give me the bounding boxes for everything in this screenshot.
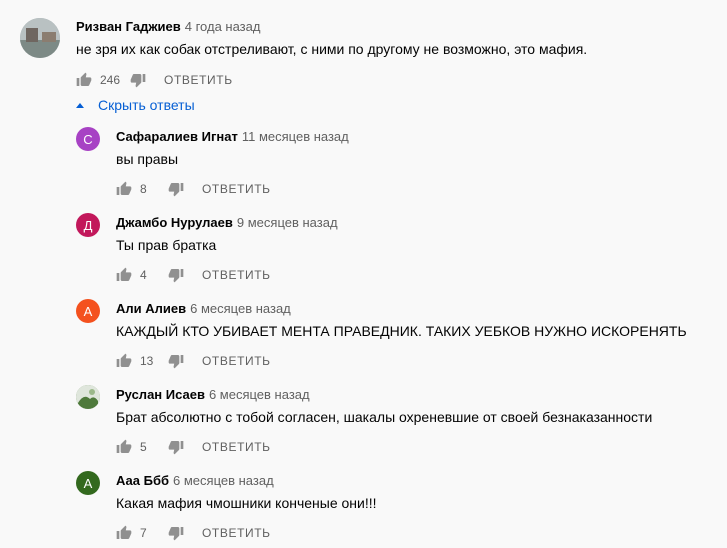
author-name[interactable]: Сафаралиев Игнат [116, 129, 238, 144]
chevron-up-icon [76, 102, 84, 108]
avatar[interactable] [76, 385, 100, 409]
avatar[interactable] [20, 18, 60, 58]
avatar-letter: А [83, 303, 93, 319]
comment-text: Брат абсолютно с тобой согласен, шакалы … [116, 409, 653, 425]
comment-time[interactable]: 9 месяцев назад [237, 215, 338, 230]
thumbs-up-icon[interactable] [116, 439, 132, 455]
comment-time[interactable]: 6 месяцев назад [190, 301, 291, 316]
comment-author[interactable]: Ризван Гаджиев 4 года назад [76, 19, 260, 34]
comment-time[interactable]: 11 месяцев назад [242, 129, 349, 144]
comment-actions: 5 ОТВЕТИТЬ [116, 435, 271, 459]
avatar[interactable]: С [76, 127, 100, 151]
author-name[interactable]: Руслан Исаев [116, 387, 205, 402]
reply-button[interactable]: ОТВЕТИТЬ [202, 268, 271, 282]
reply-button[interactable]: ОТВЕТИТЬ [164, 73, 233, 87]
avatar-photo-icon [20, 18, 60, 58]
thumbs-up-icon[interactable] [76, 72, 92, 88]
comment-author[interactable]: Сафаралиев Игнат 11 месяцев назад [116, 129, 349, 144]
reply-button[interactable]: ОТВЕТИТЬ [202, 354, 271, 368]
like-count: 246 [100, 73, 121, 87]
comment-text: Ты прав братка [116, 237, 217, 253]
thumbs-down-icon[interactable] [130, 72, 146, 88]
reply-button[interactable]: ОТВЕТИТЬ [202, 182, 271, 196]
author-name[interactable]: Джамбо Нурулаев [116, 215, 233, 230]
like-count: 7 [140, 526, 147, 540]
author-name[interactable]: Али Алиев [116, 301, 186, 316]
comment-actions: 13 ОТВЕТИТЬ [116, 349, 271, 373]
comment-author[interactable]: Руслан Исаев 6 месяцев назад [116, 387, 310, 402]
comment-text: вы правы [116, 151, 179, 167]
thumbs-up-icon[interactable] [116, 353, 132, 369]
thumbs-down-icon[interactable] [168, 439, 184, 455]
comment-time[interactable]: 6 месяцев назад [173, 473, 274, 488]
like-count: 5 [140, 440, 147, 454]
thumbs-down-icon[interactable] [168, 267, 184, 283]
author-name[interactable]: Ризван Гаджиев [76, 19, 181, 34]
hide-replies-button[interactable]: Скрыть ответы [76, 97, 195, 113]
thumbs-up-icon[interactable] [116, 525, 132, 541]
comment-author[interactable]: Джамбо Нурулаев 9 месяцев назад [116, 215, 338, 230]
comment-text: Какая мафия чмошники конченые они!!! [116, 495, 377, 511]
like-count: 13 [140, 354, 154, 368]
comment-text: КАЖДЫЙ КТО УБИВАЕТ МЕНТА ПРАВЕДНИК. ТАКИ… [116, 323, 687, 339]
avatar-letter: С [83, 131, 93, 147]
comment-time[interactable]: 6 месяцев назад [209, 387, 310, 402]
author-name[interactable]: Ааа Ббб [116, 473, 169, 488]
hide-replies-label: Скрыть ответы [98, 97, 195, 113]
thumbs-down-icon[interactable] [168, 353, 184, 369]
comment-time[interactable]: 4 года назад [185, 19, 261, 34]
comment-actions: 7 ОТВЕТИТЬ [116, 521, 271, 545]
reply-button[interactable]: ОТВЕТИТЬ [202, 526, 271, 540]
avatar[interactable]: Д [76, 213, 100, 237]
thumbs-up-icon[interactable] [116, 181, 132, 197]
avatar[interactable]: А [76, 471, 100, 495]
comment-author[interactable]: Ааа Ббб 6 месяцев назад [116, 473, 274, 488]
avatar-letter: Д [83, 217, 93, 233]
comment-actions: 8 ОТВЕТИТЬ [116, 177, 271, 201]
reply-button[interactable]: ОТВЕТИТЬ [202, 440, 271, 454]
thumbs-up-icon[interactable] [116, 267, 132, 283]
like-count: 4 [140, 268, 147, 282]
comment-author[interactable]: Али Алиев 6 месяцев назад [116, 301, 291, 316]
comment-actions: 4 ОТВЕТИТЬ [116, 263, 271, 287]
thumbs-down-icon[interactable] [168, 181, 184, 197]
like-count: 8 [140, 182, 147, 196]
avatar-letter: А [83, 475, 93, 491]
avatar-photo-icon [76, 385, 100, 409]
comment-text: не зря их как собак отстреливают, с ними… [76, 41, 588, 57]
avatar[interactable]: А [76, 299, 100, 323]
comment-actions: 246 ОТВЕТИТЬ [76, 68, 233, 92]
thumbs-down-icon[interactable] [168, 525, 184, 541]
